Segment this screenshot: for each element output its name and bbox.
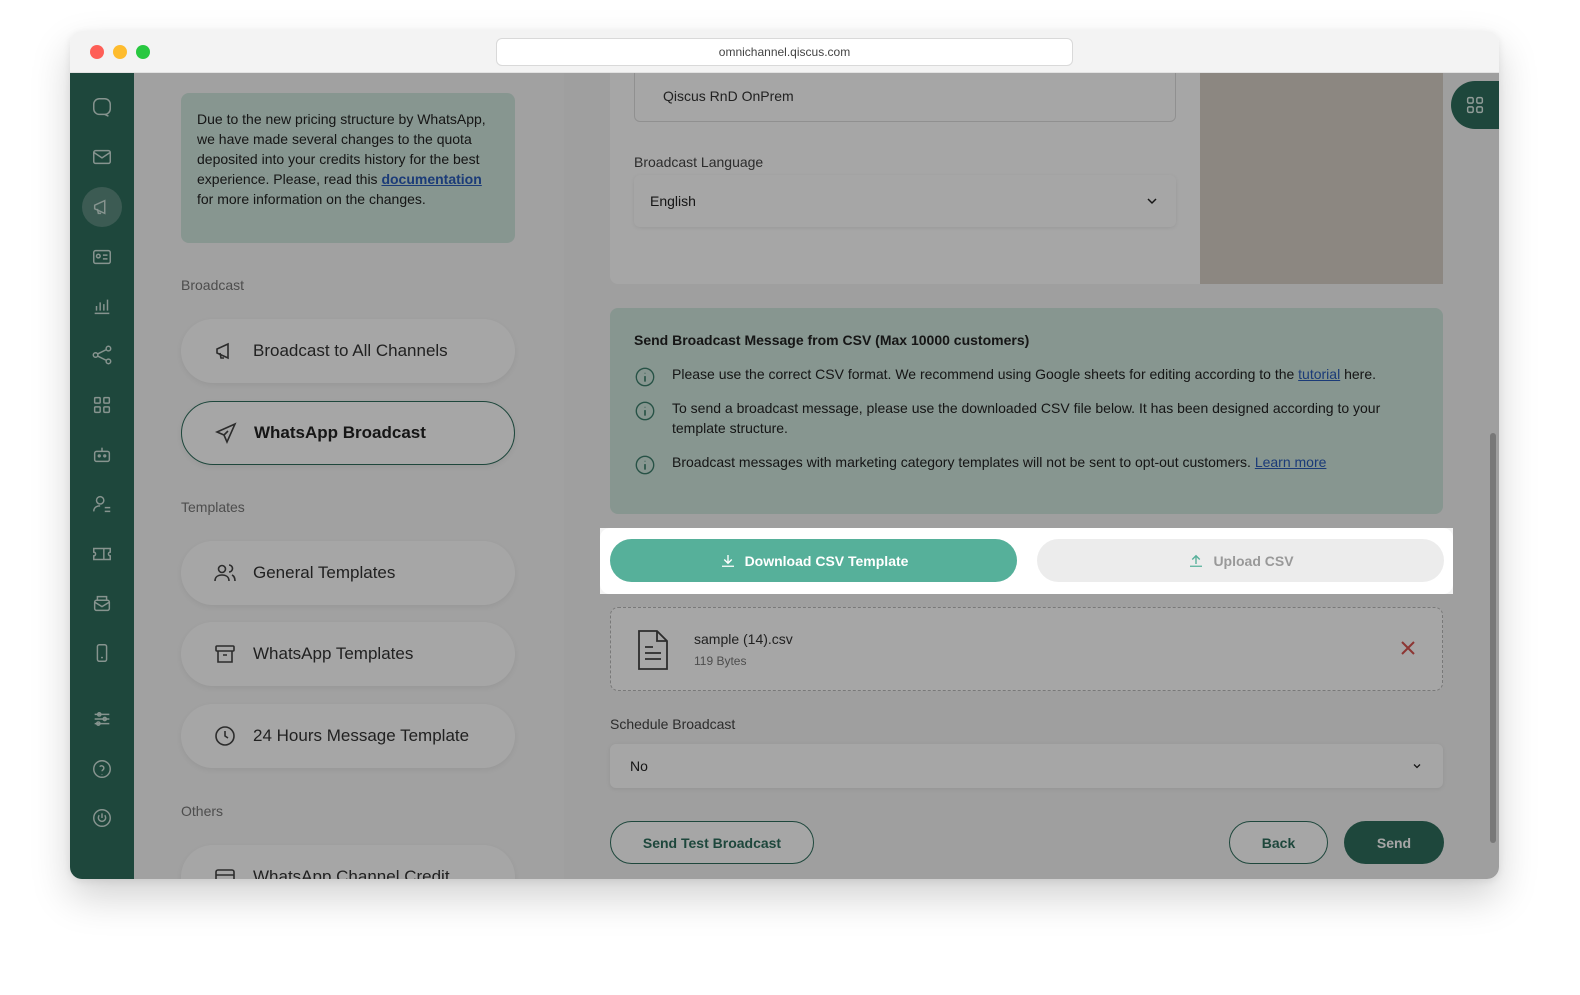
language-select[interactable]: English [634,175,1176,227]
schedule-label: Schedule Broadcast [610,716,736,732]
help-icon[interactable] [82,749,122,789]
pricing-notice: Due to the new pricing structure by What… [181,93,515,243]
uploaded-file: sample (14).csv 119 Bytes [610,607,1443,691]
address-bar[interactable]: omnichannel.qiscus.com [496,38,1073,66]
broadcast-form: Qiscus RnD OnPrem Broadcast Language Eng… [564,73,1499,879]
broadcast-all-label: Broadcast to All Channels [253,341,448,360]
language-label: Broadcast Language [634,154,764,170]
download-icon [721,554,734,567]
logo-icon[interactable] [82,87,122,127]
browser-window: omnichannel.qiscus.com Due to the new pr… [70,31,1499,879]
minimize-window-button[interactable] [113,45,127,59]
apps-launcher-button[interactable] [1451,81,1499,129]
notice-text-end: for more information on the changes. [197,191,426,207]
info-icon [635,455,655,475]
schedule-select[interactable]: No [610,744,1443,788]
chevron-down-icon [1413,764,1421,769]
integration-icon[interactable] [82,335,122,375]
csv-info-text: To send a broadcast message, please use … [672,400,1381,436]
whatsapp-templates-label: WhatsApp Templates [253,644,414,663]
file-icon [638,630,668,670]
download-csv-template-button[interactable]: Download CSV Template [610,539,1017,582]
archive-icon [215,645,235,663]
power-icon[interactable] [82,798,122,838]
learn-more-link[interactable]: Learn more [1255,454,1327,470]
agent-icon[interactable] [82,484,122,524]
csv-info-line: To send a broadcast message, please use … [634,398,1419,438]
upload-icon [1190,554,1203,567]
csv-info-line: Please use the correct CSV format. We re… [634,364,1419,387]
general-templates-label: General Templates [253,563,396,582]
whatsapp-broadcast-label: WhatsApp Broadcast [254,423,426,442]
analytics-icon[interactable] [82,286,122,326]
download-label: Download CSV Template [744,552,909,569]
csv-info-text: Broadcast messages with marketing catego… [672,454,1255,470]
back-button[interactable]: Back [1229,821,1328,864]
megaphone-icon [216,342,229,360]
browser-titlebar: omnichannel.qiscus.com [70,31,1499,73]
whatsapp-templates-button[interactable]: WhatsApp Templates [181,622,515,686]
whatsapp-broadcast-button[interactable]: WhatsApp Broadcast [181,401,515,465]
csv-info-text: Please use the correct CSV format. We re… [672,366,1299,382]
section-others: Others [181,803,224,819]
scrollbar[interactable] [1490,433,1496,843]
tutorial-link[interactable]: tutorial [1298,366,1340,382]
schedule-value: No [630,758,648,774]
section-templates: Templates [181,499,245,515]
channel-credit-label: WhatsApp Channel Credit [253,867,450,879]
send-test-broadcast-button[interactable]: Send Test Broadcast [610,821,814,864]
csv-info-text-end: here. [1340,366,1377,382]
inbox-icon[interactable] [82,137,122,177]
close-window-button[interactable] [90,45,104,59]
channel-credit-button[interactable]: WhatsApp Channel Credit [181,845,515,879]
hours-template-button[interactable]: 24 Hours Message Template [181,704,515,768]
csv-info-line: Broadcast messages with marketing catego… [634,452,1419,475]
apps-grid-icon [1466,96,1484,114]
csv-info-title: Send Broadcast Message from CSV (Max 100… [634,332,1030,348]
broadcast-menu-panel: Due to the new pricing structure by What… [134,73,564,879]
general-templates-button[interactable]: General Templates [181,541,515,605]
users-icon [214,564,236,582]
hours-template-label: 24 Hours Message Template [253,726,470,745]
bot-icon[interactable] [82,435,122,475]
file-size: 119 Bytes [694,654,747,668]
info-icon [635,367,655,387]
apps-grid-icon[interactable] [82,385,122,425]
settings-sliders-icon[interactable] [82,699,122,739]
section-broadcast: Broadcast [181,277,245,293]
icon-rail [70,73,134,879]
clock-icon [215,726,235,746]
message-preview [1200,73,1443,284]
info-icon [635,401,655,421]
remove-file-icon[interactable] [1396,636,1420,660]
file-name: sample (14).csv [694,631,793,647]
chevron-down-icon [1147,198,1157,205]
contact-card-icon[interactable] [82,237,122,277]
credit-card-icon [215,869,235,879]
channel-field[interactable]: Qiscus RnD OnPrem [634,73,1176,122]
language-value: English [650,193,696,209]
mail-box-icon[interactable] [82,583,122,623]
upload-csv-button[interactable]: Upload CSV [1037,539,1444,582]
template-card: Qiscus RnD OnPrem Broadcast Language Eng… [610,73,1443,284]
app-root: Due to the new pricing structure by What… [70,73,1499,879]
broadcast-all-channels-button[interactable]: Broadcast to All Channels [181,319,515,383]
send-button[interactable]: Send [1344,821,1444,864]
broadcast-icon[interactable] [82,187,122,227]
documentation-link[interactable]: documentation [381,171,481,187]
maximize-window-button[interactable] [136,45,150,59]
mobile-icon[interactable] [82,633,122,673]
csv-info-box: Send Broadcast Message from CSV (Max 100… [610,308,1443,514]
upload-label: Upload CSV [1213,552,1294,569]
send-icon [215,422,237,444]
ticket-icon[interactable] [82,534,122,574]
